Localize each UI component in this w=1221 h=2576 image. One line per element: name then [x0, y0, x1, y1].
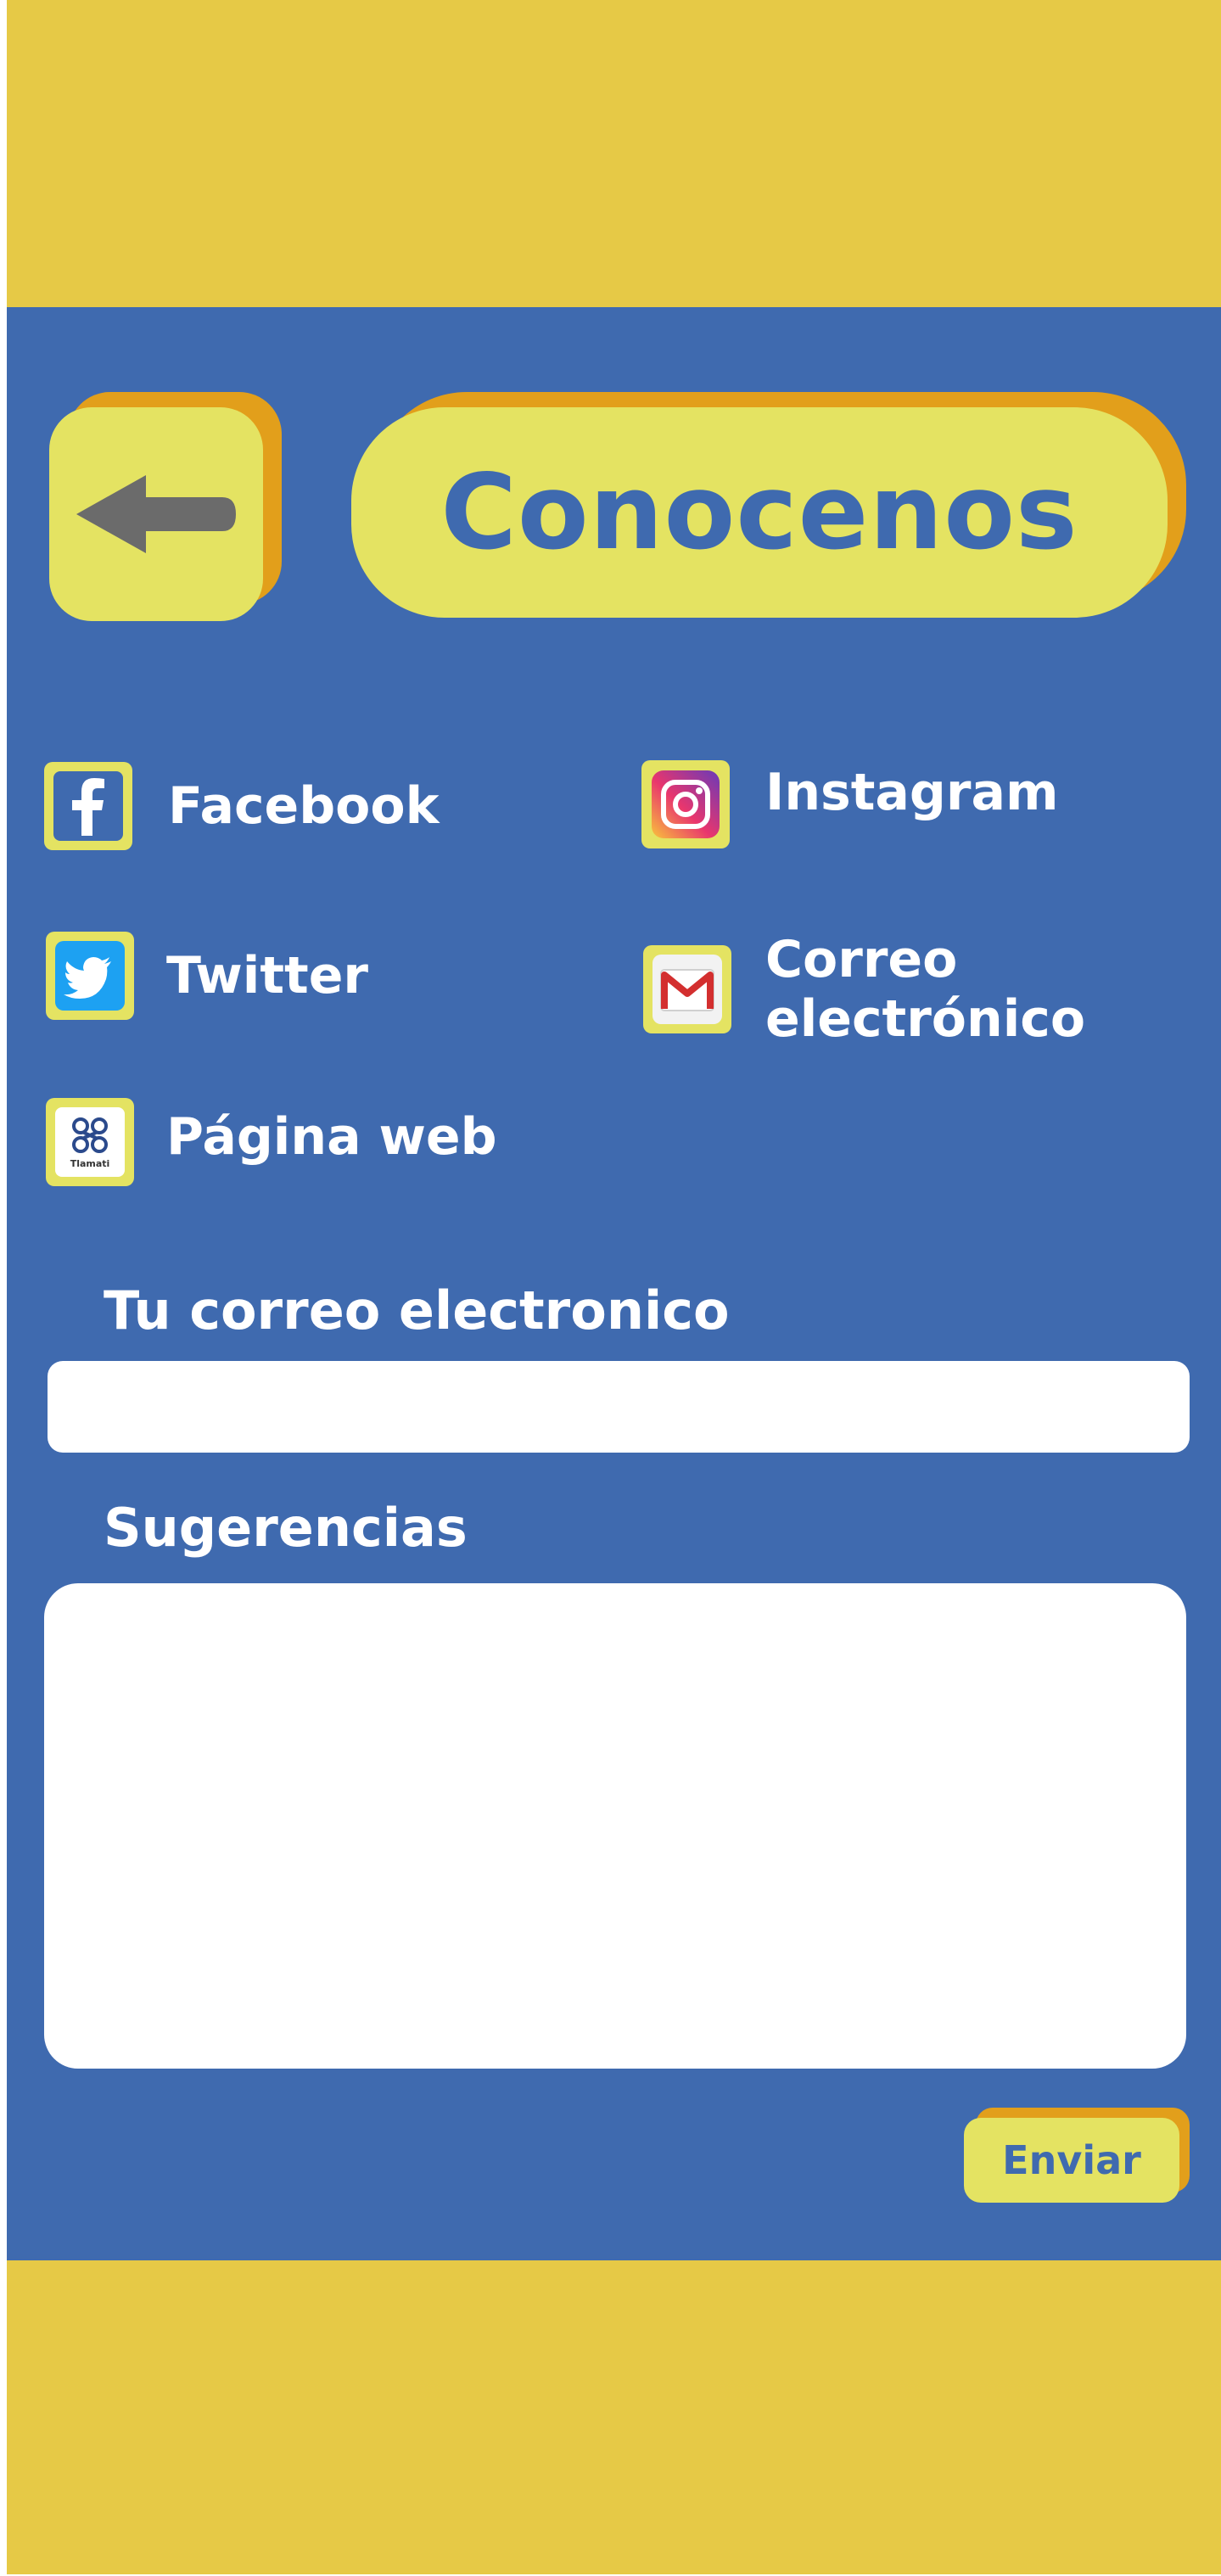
send-button[interactable]: Enviar: [964, 2118, 1179, 2203]
back-button[interactable]: [49, 407, 263, 621]
top-band: [7, 0, 1221, 307]
email-label-line1: Correo: [765, 930, 958, 989]
instagram-icon-frame: [641, 760, 730, 848]
twitter-label: Twitter: [166, 946, 368, 1005]
twitter-link[interactable]: Twitter: [46, 932, 368, 1020]
instagram-label: Instagram: [765, 763, 1059, 822]
arrow-left-icon: [76, 475, 236, 553]
suggestions-field-label: Sugerencias: [104, 1497, 468, 1559]
email-link[interactable]: Correo electrónico: [643, 930, 1085, 1049]
instagram-link[interactable]: Instagram: [641, 760, 1058, 848]
twitter-icon: [55, 941, 125, 1011]
email-field-label: Tu correo electronico: [104, 1280, 730, 1341]
page-title: Conocenos: [440, 452, 1078, 573]
tlamati-logo-text: Tlamati: [70, 1158, 110, 1169]
title-banner: Conocenos: [351, 407, 1168, 618]
tlamati-logo-icon: Tlamati: [55, 1107, 125, 1177]
facebook-link[interactable]: Facebook: [44, 762, 440, 850]
suggestions-field[interactable]: [44, 1583, 1186, 2069]
gmail-icon: [653, 955, 722, 1024]
website-icon-frame: Tlamati: [46, 1098, 134, 1186]
bottom-band: [7, 2260, 1221, 2574]
facebook-icon-frame: [44, 762, 132, 850]
website-label: Página web: [166, 1107, 497, 1167]
twitter-icon-frame: [46, 932, 134, 1020]
email-label-line2: electrónico: [765, 989, 1086, 1049]
facebook-label: Facebook: [168, 776, 440, 836]
website-link[interactable]: Tlamati Página web: [46, 1098, 497, 1186]
facebook-icon: [53, 771, 123, 841]
gmail-icon-frame: [643, 945, 731, 1033]
email-field[interactable]: [48, 1361, 1190, 1453]
instagram-icon: [652, 770, 720, 838]
email-label: Correo electrónico: [765, 930, 1085, 1049]
